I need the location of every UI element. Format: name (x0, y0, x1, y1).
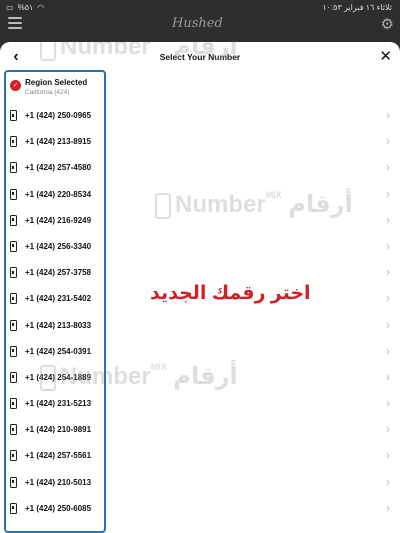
chevron-right-icon: › (386, 265, 390, 280)
overlay-caption: اختر رقمك الجديد (150, 283, 311, 304)
chevron-right-icon: › (386, 369, 390, 384)
chevron-right-icon: › (386, 422, 390, 437)
number-row[interactable]: +1 (424) 254-0391 › (0, 338, 400, 364)
phone-number: +1 (424) 213-8915 (25, 137, 92, 147)
phone-icon (10, 371, 17, 383)
number-row[interactable]: +1 (424) 257-4580 › (0, 154, 400, 180)
phone-icon (10, 162, 17, 174)
number-row[interactable]: +1 (424) 250-0965 › (0, 102, 400, 128)
phone-number: +1 (424) 216-9249 (25, 215, 92, 225)
chevron-right-icon: › (386, 212, 390, 227)
phone-icon (10, 502, 17, 514)
number-row[interactable]: +1 (424) 250-6085 › (0, 495, 400, 521)
region-subtitle: California (424) (25, 89, 70, 96)
phone-number: +1 (424) 231-5402 (25, 294, 92, 304)
chevron-right-icon: › (386, 317, 390, 332)
battery-level: %٥١ (17, 3, 34, 12)
number-row[interactable]: +1 (424) 254-1889 › (0, 364, 400, 390)
phone-icon (10, 136, 17, 148)
status-bar: ▭ %٥١ ◠ ثلاثاء ١٦ فبراير ١٠:٥٣ (0, 0, 400, 14)
phone-number: +1 (424) 250-0965 (25, 111, 92, 120)
region-selected-item[interactable]: ✓ Region Selected California (424) (0, 70, 400, 102)
number-row[interactable]: +1 (424) 213-8915 › (0, 128, 400, 154)
phone-number: +1 (424) 257-5561 (25, 451, 92, 461)
gear-icon[interactable]: ⚙ (381, 15, 394, 33)
phone-number: +1 (424) 257-3758 (25, 268, 92, 278)
phone-number: +1 (424) 231-5213 (25, 399, 92, 409)
chevron-right-icon: › (386, 500, 390, 515)
close-icon[interactable]: ✕ (379, 48, 392, 66)
status-time: ثلاثاء ١٦ فبراير ١٠:٥٣ (322, 3, 392, 12)
number-row[interactable]: +1 (424) 210-9891 › (0, 416, 400, 442)
modal-header: ‹ Select Your Number ✕ (0, 42, 400, 72)
status-left: ▭ %٥١ ◠ (6, 3, 44, 12)
phone-number: +1 (424) 257-4580 (25, 163, 92, 173)
chevron-right-icon: › (386, 448, 390, 463)
phone-number: +1 (424) 254-0391 (25, 346, 92, 356)
phone-icon (10, 424, 17, 436)
phone-number: +1 (424) 220-8534 (25, 189, 92, 199)
phone-icon (10, 267, 17, 279)
phone-icon (10, 110, 17, 121)
number-row[interactable]: +1 (424) 220-8534 › (0, 181, 400, 207)
phone-icon (10, 214, 17, 226)
chevron-right-icon: › (386, 396, 390, 411)
battery-icon: ▭ (6, 3, 14, 12)
chevron-right-icon: › (386, 108, 390, 122)
phone-number: +1 (424) 250-6085 (25, 503, 92, 513)
chevron-right-icon: › (386, 238, 390, 253)
phone-number: +1 (424) 256-3340 (25, 241, 92, 251)
phone-number: +1 (424) 210-5013 (25, 477, 92, 487)
phone-icon (10, 450, 17, 462)
phone-icon (10, 240, 17, 252)
number-row[interactable]: +1 (424) 257-5561 › (0, 442, 400, 468)
app-logo: Hushed (172, 16, 223, 31)
phone-number: +1 (424) 213-8033 (25, 320, 92, 330)
chevron-right-icon: › (386, 343, 390, 358)
phone-icon (10, 398, 17, 410)
modal-title: Select Your Number (159, 52, 241, 62)
phone-icon (10, 345, 17, 357)
phone-icon (10, 319, 17, 331)
chevron-right-icon: › (386, 134, 390, 149)
number-row[interactable]: +1 (424) 210-5013 › (0, 469, 400, 495)
chevron-right-icon: › (386, 186, 390, 201)
wifi-icon: ◠ (37, 3, 45, 12)
chevron-right-icon: › (386, 474, 390, 489)
chevron-right-icon: › (386, 160, 390, 175)
phone-icon (10, 188, 17, 200)
phone-number: +1 (424) 210-9891 (25, 425, 92, 435)
number-row[interactable]: +1 (424) 213-8033 › (0, 312, 400, 338)
number-row[interactable]: +1 (424) 231-5213 › (0, 390, 400, 416)
app-header: Hushed ⚙ (0, 14, 400, 38)
phone-icon (10, 293, 17, 305)
phone-number: +1 (424) 254-1889 (25, 372, 92, 382)
chevron-right-icon: › (386, 291, 390, 306)
phone-icon (10, 476, 17, 488)
location-pin-icon: ✓ (10, 80, 21, 91)
region-title: Region Selected (25, 78, 88, 87)
number-row[interactable]: +1 (424) 256-3340 › (0, 233, 400, 259)
menu-icon[interactable] (8, 17, 22, 29)
number-row[interactable]: +1 (424) 216-9249 › (0, 207, 400, 233)
